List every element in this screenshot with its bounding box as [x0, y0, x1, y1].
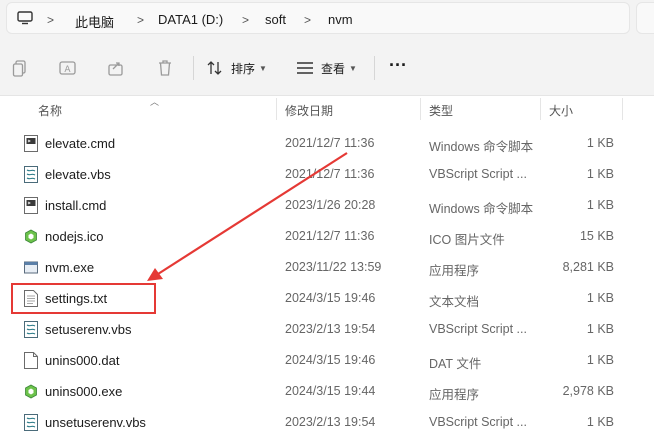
annotation-arrow — [147, 152, 348, 281]
